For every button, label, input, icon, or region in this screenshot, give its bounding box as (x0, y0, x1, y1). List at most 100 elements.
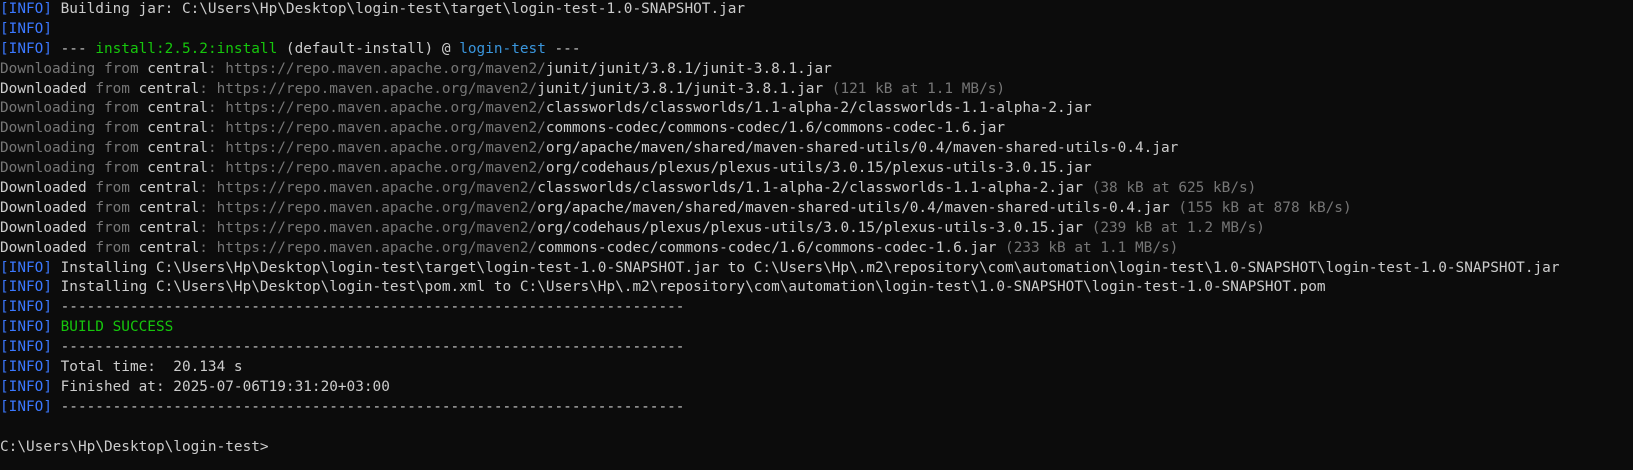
output-segment: central (138, 180, 200, 197)
output-segment: [INFO] (0, 279, 52, 296)
output-line: Downloaded from central: https://repo.ma… (0, 80, 1633, 100)
output-segment: login-test (459, 40, 546, 57)
output-segment: central (147, 160, 208, 177)
output-segment: Finished at: 2025-07-06T19:31:20+03:00 (51, 378, 390, 395)
command-prompt[interactable]: C:\Users\Hp\Desktop\login-test> (0, 438, 1633, 458)
output-line: [INFO] (0, 20, 1633, 40)
output-segment: C:\Users\Hp\Desktop\login-test> (0, 438, 269, 455)
output-segment: [INFO] (0, 339, 52, 356)
output-segment: central (147, 100, 208, 117)
output-line: Downloaded from central: https://repo.ma… (0, 239, 1633, 259)
output-line: Downloaded from central: https://repo.ma… (0, 179, 1633, 199)
output-segment: Downloaded (0, 239, 96, 256)
output-segment: Downloading from (0, 120, 148, 137)
output-segment: : https://repo.maven.apache.org/maven2/ (207, 120, 546, 137)
output-segment: [INFO] (0, 259, 52, 276)
output-segment: : https://repo.maven.apache.org/maven2/ (199, 219, 538, 236)
output-segment: ----------------------------------------… (51, 339, 685, 356)
output-segment: Downloading from (0, 140, 148, 157)
output-line: [INFO] Total time: 20.134 s (0, 358, 1633, 378)
output-segment: from (95, 199, 139, 216)
output-segment: org/codehaus/plexus/plexus-utils/3.0.15/… (537, 219, 1084, 236)
output-segment: commons-codec/commons-codec/1.6/commons-… (537, 239, 997, 256)
output-segment: classworlds/classworlds/1.1-alpha-2/clas… (537, 180, 1084, 197)
output-line: Downloaded from central: https://repo.ma… (0, 219, 1633, 239)
output-segment: [INFO] (0, 40, 52, 57)
output-segment: (233 kB at 1.1 MB/s) (996, 239, 1179, 256)
output-segment: from (95, 239, 139, 256)
output-segment: commons-codec/commons-codec/1.6/commons-… (545, 120, 1006, 137)
output-segment: Building jar: C:\Users\Hp\Desktop\login-… (51, 1, 746, 17)
output-line: [INFO] Finished at: 2025-07-06T19:31:20+… (0, 378, 1633, 398)
output-segment: : https://repo.maven.apache.org/maven2/ (207, 100, 546, 117)
output-segment: --- (545, 40, 581, 57)
output-segment: (38 kB at 625 kB/s) (1083, 180, 1257, 197)
output-segment: [INFO] (0, 359, 52, 376)
output-segment: Installing C:\Users\Hp\Desktop\login-tes… (51, 259, 1560, 276)
output-line: Downloading from central: https://repo.m… (0, 139, 1633, 159)
terminal-window[interactable]: [INFO] Building jar: C:\Users\Hp\Desktop… (0, 0, 1633, 470)
output-segment: : https://repo.maven.apache.org/maven2/ (199, 180, 538, 197)
output-segment: : https://repo.maven.apache.org/maven2/ (199, 239, 538, 256)
output-segment: ----------------------------------------… (51, 398, 685, 415)
output-segment: junit/junit/3.8.1/junit-3.8.1.jar (545, 60, 832, 77)
output-segment: Total time: 20.134 s (51, 359, 243, 376)
output-segment: Downloaded (0, 219, 96, 236)
output-segment: [INFO] (0, 20, 52, 37)
output-segment: ----------------------------------------… (51, 299, 685, 316)
output-segment: org/apache/maven/shared/maven-shared-uti… (545, 140, 1179, 157)
output-segment: central (147, 60, 208, 77)
output-segment: classworlds/classworlds/1.1-alpha-2/clas… (545, 100, 1092, 117)
output-segment: [INFO] (0, 319, 52, 336)
output-segment: : https://repo.maven.apache.org/maven2/ (199, 199, 538, 216)
output-segment: [INFO] (0, 299, 52, 316)
output-segment: (121 kB at 1.1 MB/s) (823, 80, 1006, 97)
output-segment: Downloading from (0, 100, 148, 117)
output-line: Downloading from central: https://repo.m… (0, 60, 1633, 80)
output-segment: central (138, 219, 200, 236)
output-segment: central (138, 80, 200, 97)
output-segment: Downloading from (0, 60, 148, 77)
output-line: [INFO] BUILD SUCCESS (0, 318, 1633, 338)
output-segment: [INFO] (0, 1, 52, 17)
output-segment: Installing C:\Users\Hp\Desktop\login-tes… (51, 279, 1326, 296)
output-line: Downloaded from central: https://repo.ma… (0, 199, 1633, 219)
output-segment: junit/junit/3.8.1/junit-3.8.1.jar (537, 80, 824, 97)
output-segment: (239 kB at 1.2 MB/s) (1083, 219, 1265, 236)
output-line: Downloading from central: https://repo.m… (0, 159, 1633, 179)
terminal-output: [INFO] Building jar: C:\Users\Hp\Desktop… (0, 0, 1633, 457)
output-segment: central (138, 199, 200, 216)
output-line: [INFO] Installing C:\Users\Hp\Desktop\lo… (0, 278, 1633, 298)
output-segment: : https://repo.maven.apache.org/maven2/ (207, 140, 546, 157)
output-segment: BUILD SUCCESS (51, 319, 174, 336)
output-segment: central (138, 239, 200, 256)
output-line: [INFO] --- install:2.5.2:install (defaul… (0, 40, 1633, 60)
output-line: [INFO] Installing C:\Users\Hp\Desktop\lo… (0, 259, 1633, 279)
output-segment: install:2.5.2:install (95, 40, 278, 57)
output-line: [INFO] ---------------------------------… (0, 398, 1633, 418)
output-segment: Downloading from (0, 160, 148, 177)
output-segment: (default-install) @ (277, 40, 460, 57)
output-segment: : https://repo.maven.apache.org/maven2/ (207, 160, 546, 177)
output-segment: Downloaded (0, 199, 96, 216)
output-segment: org/apache/maven/shared/maven-shared-uti… (537, 199, 1170, 216)
output-line: [INFO] Building jar: C:\Users\Hp\Desktop… (0, 0, 1633, 20)
output-segment: [INFO] (0, 378, 52, 395)
output-segment: central (147, 140, 208, 157)
output-segment: from (95, 219, 139, 236)
output-line: [INFO] ---------------------------------… (0, 338, 1633, 358)
output-segment: : https://repo.maven.apache.org/maven2/ (199, 80, 538, 97)
output-segment: (155 kB at 878 kB/s) (1169, 199, 1352, 216)
output-segment: from (95, 80, 139, 97)
output-segment: central (147, 120, 208, 137)
output-segment: Downloaded (0, 80, 96, 97)
output-segment: [INFO] (0, 398, 52, 415)
output-segment: Downloaded (0, 180, 96, 197)
output-segment: org/codehaus/plexus/plexus-utils/3.0.15/… (545, 160, 1092, 177)
output-segment: --- (51, 40, 96, 57)
output-segment: : https://repo.maven.apache.org/maven2/ (207, 60, 546, 77)
output-line: Downloading from central: https://repo.m… (0, 119, 1633, 139)
output-line: Downloading from central: https://repo.m… (0, 99, 1633, 119)
output-line: [INFO] ---------------------------------… (0, 298, 1633, 318)
